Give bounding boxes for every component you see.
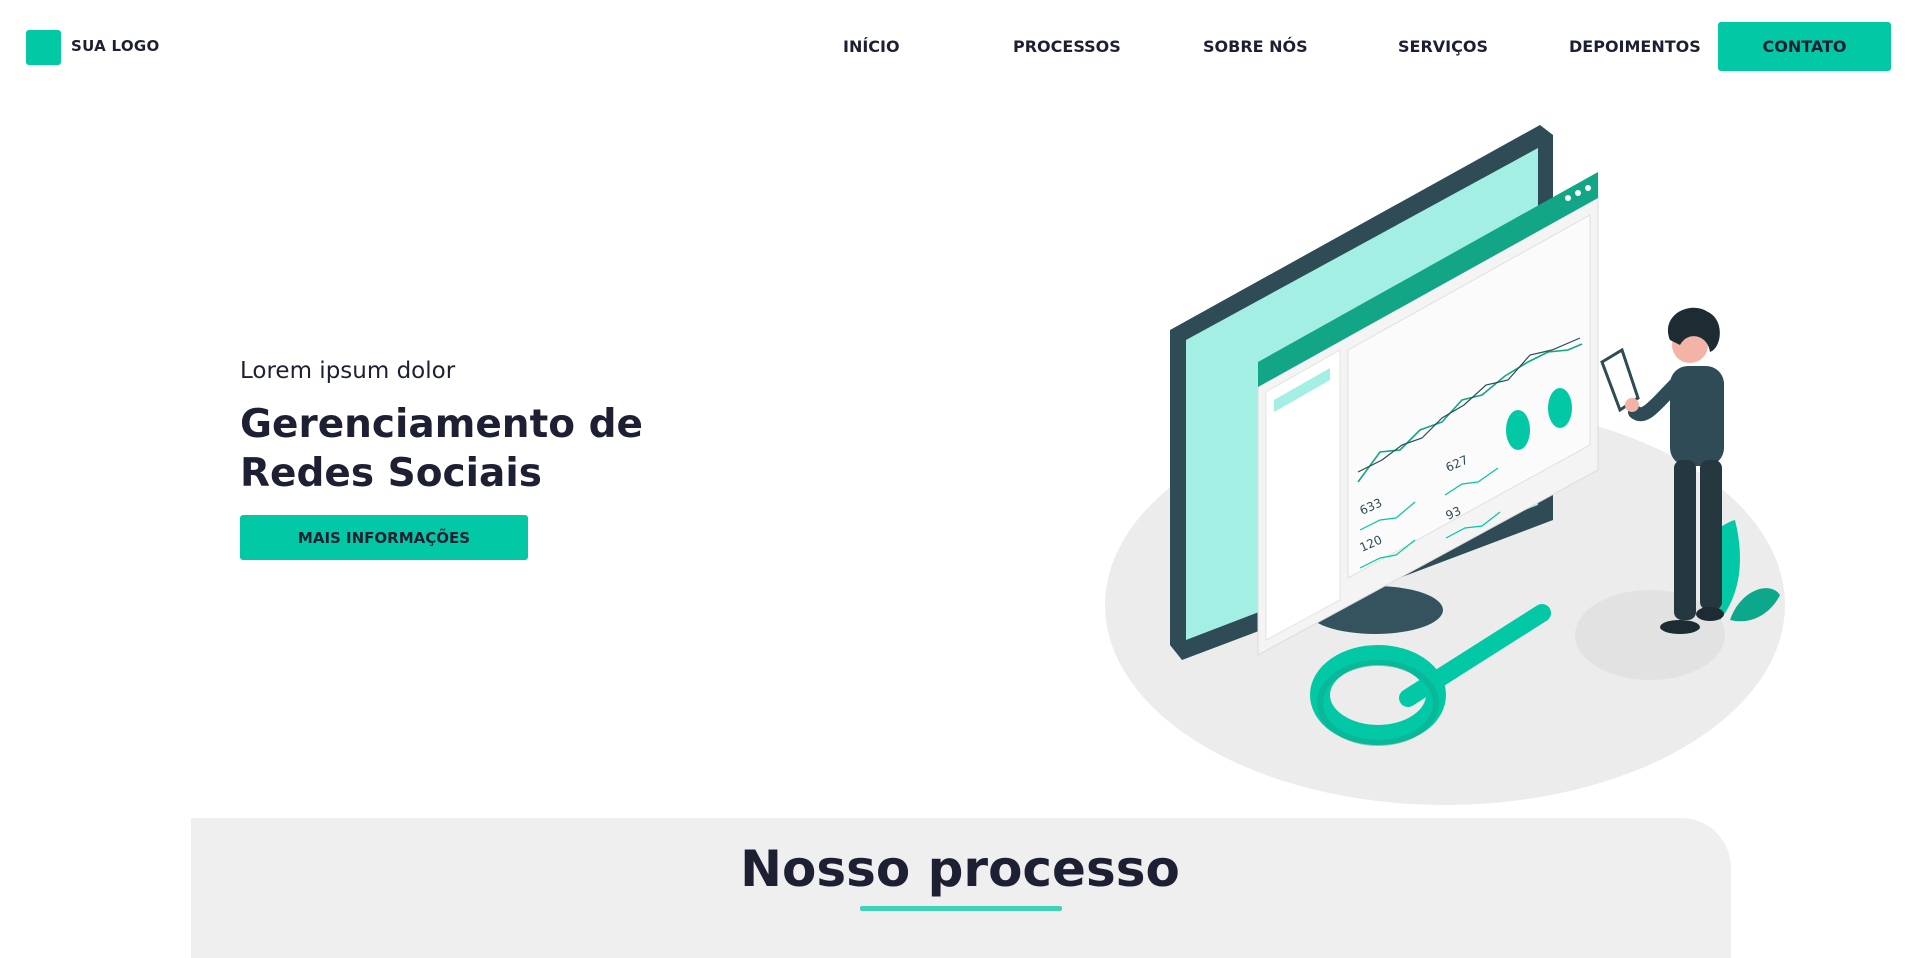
person-arm: [1628, 378, 1682, 421]
window-dot: [1585, 185, 1591, 191]
process-title: Nosso processo: [740, 840, 1180, 898]
person-hand: [1625, 398, 1639, 412]
logo-mark[interactable]: [26, 30, 61, 65]
window-dot: [1575, 190, 1581, 196]
nav-link-sobre-nos[interactable]: SOBRE NÓS: [1203, 37, 1308, 56]
process-title-underline: [860, 906, 1062, 911]
hero-title: Gerenciamento de Redes Sociais: [240, 402, 643, 496]
pie-chart: [1506, 410, 1530, 450]
person-leg: [1674, 460, 1696, 620]
nav-link-processos[interactable]: PROCESSOS: [1013, 37, 1121, 56]
pie-chart: [1548, 388, 1572, 428]
nav-link-depoimentos[interactable]: DEPOIMENTOS: [1569, 37, 1701, 56]
logo-text[interactable]: SUA LOGO: [71, 37, 160, 55]
hero-illustration: 627 633 93 120: [1105, 125, 1785, 805]
person-leg: [1700, 460, 1722, 610]
person-shoe: [1696, 607, 1724, 621]
mais-informacoes-button[interactable]: MAIS INFORMAÇÕES: [240, 515, 528, 560]
contato-button[interactable]: CONTATO: [1718, 22, 1891, 71]
nav-link-servicos[interactable]: SERVIÇOS: [1398, 37, 1488, 56]
window-dot: [1565, 195, 1571, 201]
nav-link-inicio[interactable]: INÍCIO: [843, 37, 900, 56]
hero-kicker: Lorem ipsum dolor: [240, 358, 456, 384]
person-shoe: [1660, 620, 1700, 634]
